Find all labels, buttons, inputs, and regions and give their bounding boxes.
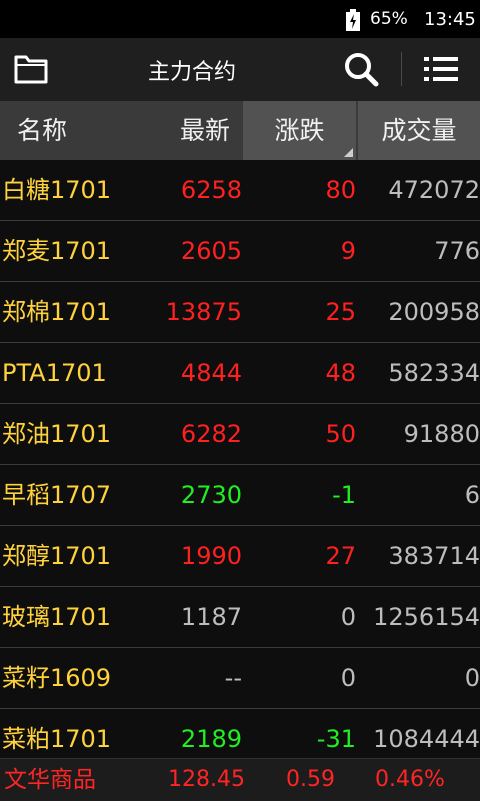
table-row[interactable]: 菜籽1609 -- 0 0: [0, 648, 480, 709]
price-change: 48: [325, 359, 356, 387]
status-bar: 65% 13:45: [0, 0, 480, 38]
index-price: 128.45: [168, 767, 245, 792]
clock: 13:45: [424, 9, 476, 30]
table-row[interactable]: 白糖1701 6258 80 472072: [0, 160, 480, 221]
title-bar: 主力合约: [0, 38, 480, 101]
latest-price: 6258: [180, 176, 242, 204]
latest-price: 13875: [165, 298, 242, 326]
price-change: 50: [325, 420, 356, 448]
table-row[interactable]: 郑醇1701 1990 27 383714: [0, 526, 480, 587]
price-change: 0: [340, 664, 356, 692]
latest-price: 1187: [180, 603, 242, 631]
toolbar-divider: [401, 52, 402, 86]
page-title: 主力合约: [147, 60, 236, 85]
quote-list: 白糖1701 6258 80 472072 郑麦1701 2605 9 776 …: [0, 160, 480, 770]
index-change-percent: 0.46%: [375, 767, 445, 792]
table-row[interactable]: 郑油1701 6282 50 91880: [0, 404, 480, 465]
table-row[interactable]: PTA1701 4844 48 582334: [0, 343, 480, 404]
sort-triangle-icon: [344, 148, 353, 157]
volume: 582334: [388, 359, 480, 387]
contract-name: 郑油1701: [2, 420, 112, 448]
table-header: 名称 最新 涨跌 成交量: [0, 101, 480, 160]
volume: 91880: [403, 420, 480, 448]
table-row[interactable]: 郑棉1701 13875 25 200958: [0, 282, 480, 343]
battery-percent: 65%: [370, 9, 408, 29]
column-header-change-label: 涨跌: [274, 116, 325, 145]
price-change: 9: [340, 237, 356, 265]
column-header-volume[interactable]: 成交量: [358, 101, 480, 160]
contract-name: 郑棉1701: [2, 298, 112, 326]
contract-name: 白糖1701: [2, 176, 112, 204]
table-row[interactable]: 早稻1707 2730 -1 6: [0, 465, 480, 526]
list-menu-icon[interactable]: [424, 54, 458, 84]
battery-charging-icon: [346, 9, 360, 31]
index-name: 文华商品: [4, 767, 96, 793]
contract-name: 郑醇1701: [2, 542, 112, 570]
volume: 1256154: [373, 603, 480, 631]
table-row[interactable]: 郑麦1701 2605 9 776: [0, 221, 480, 282]
price-change: 0: [340, 603, 356, 631]
search-icon[interactable]: [343, 51, 379, 87]
latest-price: --: [224, 664, 242, 692]
table-row[interactable]: 玻璃1701 1187 0 1256154: [0, 587, 480, 648]
volume: 472072: [388, 176, 480, 204]
volume: 383714: [388, 542, 480, 570]
price-change: 27: [325, 542, 356, 570]
latest-price: 2730: [180, 481, 242, 509]
contract-name: 玻璃1701: [2, 603, 112, 631]
latest-price: 2605: [180, 237, 242, 265]
price-change: 25: [325, 298, 356, 326]
index-ticker[interactable]: 文华商品 128.45 0.59 0.46%: [0, 758, 480, 801]
contract-name: 早稻1707: [2, 481, 112, 509]
volume: 776: [434, 237, 480, 265]
volume: 6: [464, 481, 480, 509]
price-change: 80: [325, 176, 356, 204]
index-change: 0.59: [286, 767, 335, 792]
column-header-latest[interactable]: 最新: [140, 101, 230, 160]
price-change: -1: [332, 481, 356, 509]
volume: 0: [464, 664, 480, 692]
volume: 200958: [388, 298, 480, 326]
latest-price: 4844: [180, 359, 242, 387]
column-header-change[interactable]: 涨跌: [243, 101, 356, 160]
contract-name: 菜籽1609: [2, 664, 112, 692]
column-header-name[interactable]: 名称: [17, 101, 67, 160]
latest-price: 1990: [180, 542, 242, 570]
latest-price: 6282: [180, 420, 242, 448]
contract-name: 郑麦1701: [2, 237, 112, 265]
contract-name: PTA1701: [2, 359, 107, 387]
